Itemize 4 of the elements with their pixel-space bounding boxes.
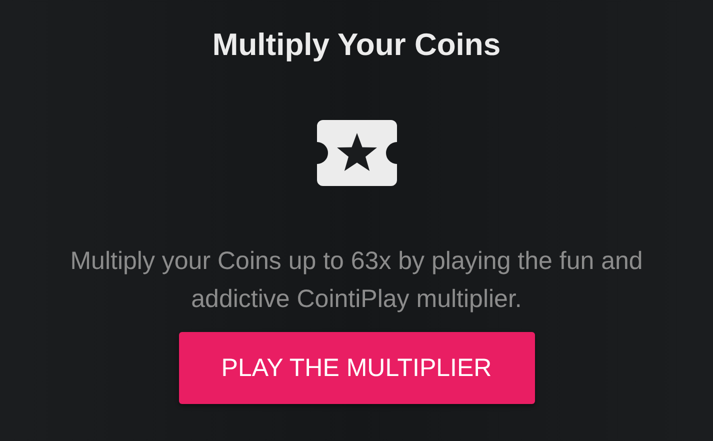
play-button[interactable]: PLAY THE MULTIPLIER [178, 332, 534, 404]
page-title: Multiply Your Coins [212, 26, 501, 64]
ticket-star-icon [316, 120, 396, 186]
description-text: Multiply your Coins up to 63x by playing the fun and addictive CointiPlay multiplier. [69, 246, 644, 315]
